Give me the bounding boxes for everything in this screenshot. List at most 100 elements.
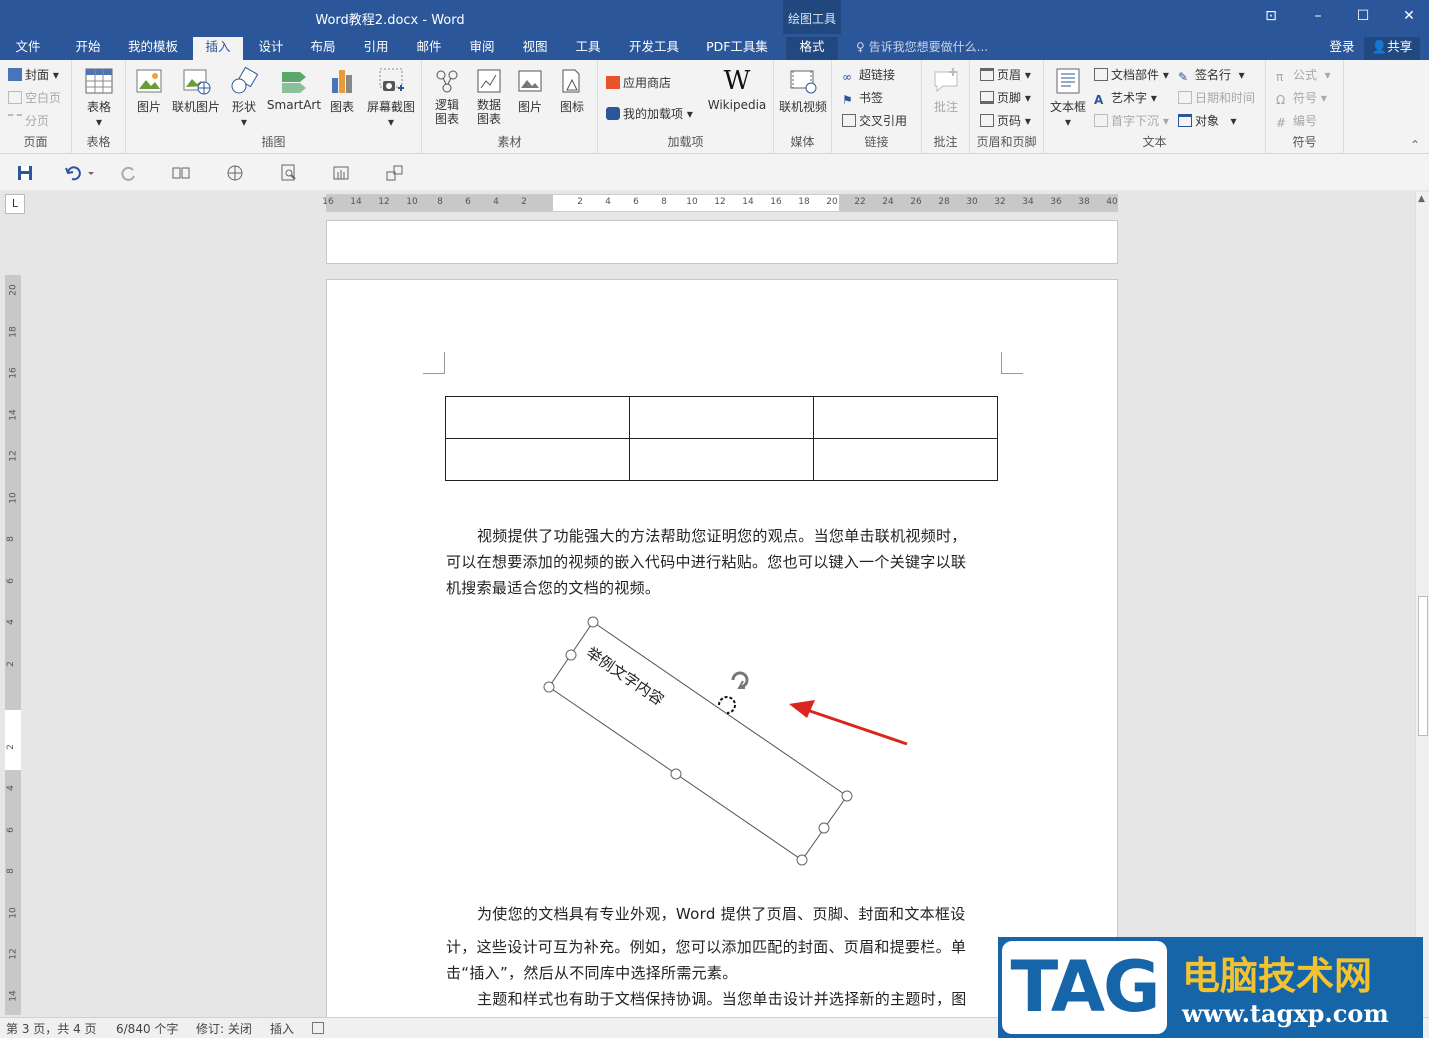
table-cell[interactable] (813, 438, 998, 481)
cover-page-button[interactable]: 封面 ▾ (8, 66, 59, 83)
tab-selector[interactable]: L (5, 194, 25, 214)
quick-parts-button[interactable]: 文档部件 ▾ (1094, 66, 1169, 83)
comment-button[interactable]: 批注 (926, 66, 966, 115)
table-cell[interactable] (445, 438, 630, 481)
table-cell[interactable] (813, 396, 998, 439)
print-preview-icon[interactable] (280, 164, 298, 182)
bookmark-button[interactable]: ⚑ 书签 (842, 89, 883, 107)
scroll-up-icon[interactable]: ▲ (1418, 194, 1425, 204)
footer-button[interactable]: 页脚 ▾ (980, 89, 1031, 106)
login-link[interactable]: 登录 (1322, 37, 1362, 60)
material-picture-button[interactable]: 图片 (512, 66, 548, 115)
icons-button[interactable]: 图标 (554, 66, 590, 115)
tab-home[interactable]: 开始 (68, 37, 108, 60)
textbox-button[interactable]: 文本框 ▾ (1048, 66, 1088, 129)
smartart-button[interactable]: SmartArt (266, 66, 322, 112)
redo-icon[interactable] (120, 164, 138, 182)
store-button[interactable]: 应用商店 (606, 74, 671, 91)
close-button[interactable]: ✕ (1394, 4, 1424, 28)
tab-insert[interactable]: 插入 (193, 37, 243, 60)
datetime-button[interactable]: 日期和时间 (1178, 89, 1255, 106)
save-icon[interactable] (16, 164, 34, 182)
tab-developer[interactable]: 开发工具 (622, 37, 686, 60)
paragraph-line[interactable]: 为使您的文档具有专业外观，Word 提供了页眉、页脚、封面和文本框设 (477, 901, 966, 927)
maximize-button[interactable]: ☐ (1348, 4, 1378, 28)
object-button[interactable]: 对象 ▾ (1178, 112, 1236, 129)
share-button[interactable]: 👤共享 (1364, 37, 1420, 60)
picture-button[interactable]: 图片 (132, 66, 166, 115)
wordart-button[interactable]: A 艺术字 ▾ (1094, 89, 1157, 107)
tab-my-templates[interactable]: 我的模板 (124, 37, 182, 60)
tab-file[interactable]: 文件 (8, 37, 48, 60)
tab-review[interactable]: 审阅 (462, 37, 502, 60)
paragraph-line[interactable]: 机搜索最适合您的文档的视频。 (446, 575, 660, 601)
tab-mailings[interactable]: 邮件 (409, 37, 449, 60)
resize-handle[interactable] (587, 616, 599, 628)
symbol-button[interactable]: Ω 符号 ▾ (1276, 89, 1327, 107)
word-count[interactable]: 6/840 个字 (116, 1020, 178, 1037)
tab-view[interactable]: 视图 (515, 37, 555, 60)
horizontal-ruler[interactable]: 16 14 12 10 8 6 4 2 2 4 6 8 10 12 14 16 18 20 22 24 26 28 30 32… (322, 194, 1118, 212)
resize-handle[interactable] (796, 854, 808, 866)
document-page[interactable]: 视频提供了功能强大的方法帮助您证明您的观点。当您单击联机视频时， 可以在想要添加… (326, 279, 1118, 1038)
track-changes-status[interactable]: 修订: 关闭 (196, 1020, 252, 1037)
my-addins-button[interactable]: 我的加载项 ▾ (606, 105, 693, 122)
paragraph-line[interactable]: 击“插入”，然后从不同库中选择所需元素。 (446, 960, 738, 986)
table-button[interactable]: 表格 ▾ (82, 66, 116, 129)
paragraph-line[interactable]: 计，这些设计可互为补充。例如，您可以添加匹配的封面、页眉和提要栏。单 (446, 934, 966, 960)
tab-pdf-tools[interactable]: PDF工具集 (700, 37, 774, 60)
data-chart-button[interactable]: 数据 图表 (470, 66, 508, 126)
textbox-text[interactable]: 举例文字内容 (583, 643, 667, 709)
minimize-button[interactable]: – (1303, 4, 1333, 28)
header-button[interactable]: 页眉 ▾ (980, 66, 1031, 83)
blank-page-button[interactable]: 空白页 (8, 89, 61, 106)
undo-icon[interactable] (64, 164, 94, 182)
table-cell[interactable] (629, 438, 814, 481)
online-picture-button[interactable]: 联机图片 (170, 66, 222, 115)
page-break-button[interactable]: 分页 (8, 112, 49, 129)
online-video-button[interactable]: 联机视频 (777, 66, 829, 115)
signature-line-button[interactable]: ✎ 签名行 ▾ (1178, 66, 1245, 84)
table-cell[interactable] (445, 396, 630, 439)
customize-qat-icon[interactable] (386, 164, 404, 182)
page-count[interactable]: 第 3 页，共 4 页 (6, 1020, 97, 1037)
resize-handle[interactable] (543, 681, 555, 693)
document-table[interactable] (445, 396, 998, 481)
macro-record-icon[interactable] (312, 1022, 324, 1034)
resize-handle[interactable] (841, 790, 853, 802)
equation-button[interactable]: π 公式 ▾ (1276, 66, 1331, 84)
tab-tools[interactable]: 工具 (568, 37, 608, 60)
logic-chart-button[interactable]: 逻辑 图表 (428, 66, 466, 126)
paragraph-line[interactable]: 可以在想要添加的视频的嵌入代码中进行粘贴。您也可以键入一个关键字以联 (446, 549, 966, 575)
resize-handle[interactable] (818, 822, 830, 834)
collapse-ribbon-icon[interactable]: ⌃ (1410, 138, 1420, 152)
crossref-button[interactable]: 交叉引用 (842, 112, 907, 129)
wikipedia-button[interactable]: W Wikipedia (702, 66, 772, 112)
number-button[interactable]: # 编号 (1276, 112, 1317, 130)
chart-button[interactable]: 图表 (324, 66, 360, 115)
dropcap-button[interactable]: 首字下沉 ▾ (1094, 112, 1169, 129)
vertical-ruler[interactable]: 20 18 16 14 12 10 8 6 4 2 2 4 6 8 10 12 14 (5, 275, 21, 1015)
table-cell[interactable] (629, 396, 814, 439)
hyperlink-button[interactable]: ∞ 超链接 (842, 66, 895, 84)
resize-handle[interactable] (670, 768, 682, 780)
rotate-handle-icon[interactable] (731, 671, 749, 689)
screenshot-button[interactable]: 屏幕截图 ▾ (364, 66, 418, 129)
page-number-button[interactable]: 页码 ▾ (980, 112, 1031, 129)
ribbon-display-options-icon[interactable]: ⊡ (1256, 4, 1286, 28)
tab-references[interactable]: 引用 (356, 37, 396, 60)
read-mode-icon[interactable] (172, 164, 190, 182)
tab-design[interactable]: 设计 (251, 37, 291, 60)
paragraph-line[interactable]: 主题和样式也有助于文档保持协调。当您单击设计并选择新的主题时，图 (477, 986, 967, 1012)
insert-mode[interactable]: 插入 (270, 1020, 294, 1037)
shapes-button[interactable]: 形状 ▾ (226, 66, 262, 129)
paragraph-line[interactable]: 视频提供了功能强大的方法帮助您证明您的观点。当您单击联机视频时， (477, 523, 967, 549)
web-layout-icon[interactable] (226, 164, 244, 182)
tab-format[interactable]: 格式 (786, 37, 838, 60)
touch-mode-icon[interactable] (332, 164, 350, 182)
vertical-scrollbar[interactable]: ▲ (1415, 192, 1429, 1017)
scroll-thumb[interactable] (1418, 596, 1428, 736)
tell-me-box[interactable]: ♀ 告诉我您想要做什么... (856, 38, 988, 55)
tab-layout[interactable]: 布局 (303, 37, 343, 60)
resize-handle[interactable] (565, 649, 577, 661)
